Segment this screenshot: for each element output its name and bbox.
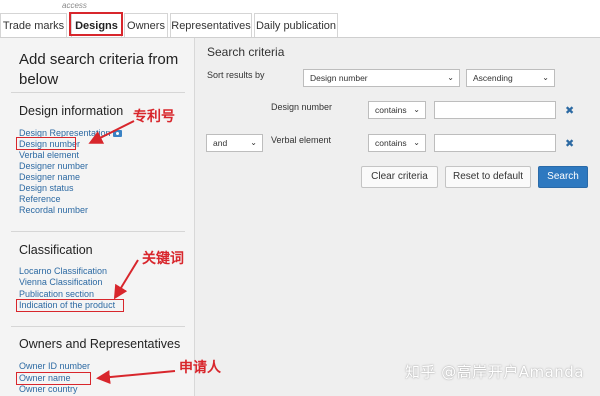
arrow-to-product-indication (113, 259, 139, 300)
annotation-arrows (88, 120, 176, 385)
annotation-applicant: 申请人 (179, 360, 221, 376)
watermark: 知乎 @高岸开户Amanda (404, 363, 584, 381)
arrow-to-design-number (88, 120, 135, 144)
annotation-patent-number: 专利号 (133, 109, 175, 125)
arrow-to-owner-name (96, 370, 176, 385)
annotation-keywords: 关键词 (142, 251, 184, 267)
